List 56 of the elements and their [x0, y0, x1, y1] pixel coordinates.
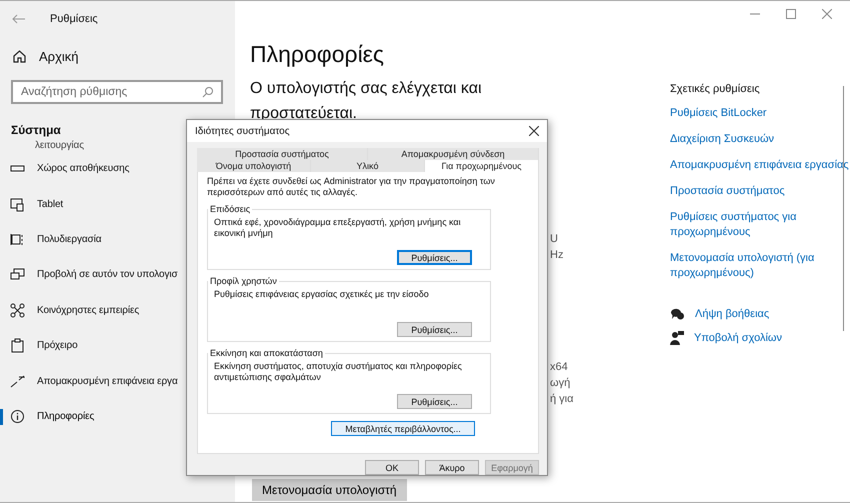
dialog-title: Ιδιότητες συστήματος [195, 126, 290, 136]
group-title: Εκκίνηση και αποκατάσταση [209, 348, 324, 358]
search-field[interactable]: Αναζήτηση ρύθμισης [11, 80, 223, 104]
spec-text: U [550, 233, 559, 245]
dialog-tab[interactable]: Υλικό [311, 160, 425, 172]
back-arrow-icon[interactable] [12, 14, 26, 24]
dialog-button[interactable]: OK [365, 460, 419, 475]
group-description: Εκκίνηση συστήματος, αποτυχία συστήματος και πληροφορίες αντιμετώπισης σφαλμάτων [214, 361, 463, 384]
settings-button[interactable]: Ρυθμίσεις... [397, 394, 472, 409]
related-link[interactable]: Ρυθμίσεις συστήματος για προχωρημένους [670, 210, 850, 240]
dialog-tab[interactable]: Προστασία συστήματος [197, 148, 368, 160]
remote-icon [10, 374, 25, 389]
maximize-icon[interactable] [786, 9, 796, 19]
related-link[interactable]: Απομακρυσμένη επιφάνεια εργασίας [670, 158, 850, 173]
admin-note: Πρέπει να έχετε συνδεθεί ως Administrator για την πραγματοποίηση των περισσότερων από αυτές τις αλλαγές. [207, 176, 496, 198]
group-title: Επιδόσεις [209, 204, 252, 214]
chat-icon [670, 307, 685, 321]
related-link[interactable]: Ρυθμίσεις BitLocker [670, 106, 850, 121]
help-link[interactable]: Λήψη βοήθειας [670, 307, 850, 321]
info-icon [10, 408, 25, 424]
spec-text: Hz [550, 249, 564, 261]
spec-text: x64 [550, 361, 569, 373]
related-link[interactable]: Μετονομασία υπολογιστή (για προχωρημένους) [670, 251, 850, 281]
group-description: Οπτικά εφέ, χρονοδιάγραμμα επεξεργαστή, χρήση μνήμης και εικονική μνήμη [214, 217, 462, 240]
environment-variables-button[interactable]: Μεταβλητές περιβάλλοντος... [331, 421, 475, 436]
spec-text: ωγή [550, 377, 572, 389]
home-item[interactable]: Αρχική [12, 49, 235, 64]
spec-text: ή για [550, 393, 574, 405]
page-heading: Πληροφορίες [250, 41, 386, 68]
settings-button[interactable]: Ρυθμίσεις... [397, 322, 472, 337]
related-link[interactable]: Προστασία συστήματος [670, 184, 850, 199]
search-icon [202, 86, 214, 98]
multitask-icon [10, 232, 25, 247]
group-description: Ρυθμίσεις επιφάνειας εργασίας σχετικές με την είσοδο [214, 289, 430, 301]
section-heading: Σύστημα [11, 123, 61, 137]
clipboard-icon [10, 338, 25, 354]
related-link[interactable]: Διαχείριση Συσκευών [670, 132, 850, 147]
rename-button[interactable]: Μετονομασία υπολογιστή [252, 479, 407, 501]
person-icon [670, 331, 684, 345]
close-icon[interactable] [529, 126, 539, 136]
home-icon [12, 49, 27, 64]
monitor-icon [10, 267, 25, 282]
minimize-icon[interactable] [750, 13, 760, 15]
dialog-button[interactable]: Άκυρο [425, 460, 479, 475]
window-title: Ρυθμίσεις [50, 13, 98, 25]
group-title: Προφίλ χρηστών [209, 276, 278, 286]
related-heading: Σχετικές ρυθμίσεις [670, 83, 761, 95]
dialog-tab[interactable]: Απομακρυσμένη σύνδεση [368, 148, 539, 160]
dialog-tab[interactable]: Για προχωρημένους [425, 160, 539, 172]
settings-button[interactable]: Ρυθμίσεις... [397, 250, 472, 265]
tablet-icon [10, 196, 25, 212]
dialog-tab[interactable]: Όνομα υπολογιστή [197, 160, 311, 172]
shared-icon [10, 302, 25, 318]
protection-status: Ο υπολογιστής σας ελέγχεται και προστατεύεται. [250, 79, 483, 124]
help-link[interactable]: Υποβολή σχολίων [670, 331, 850, 345]
sidebar-item[interactable]: Πληροφορίες [0, 398, 235, 434]
